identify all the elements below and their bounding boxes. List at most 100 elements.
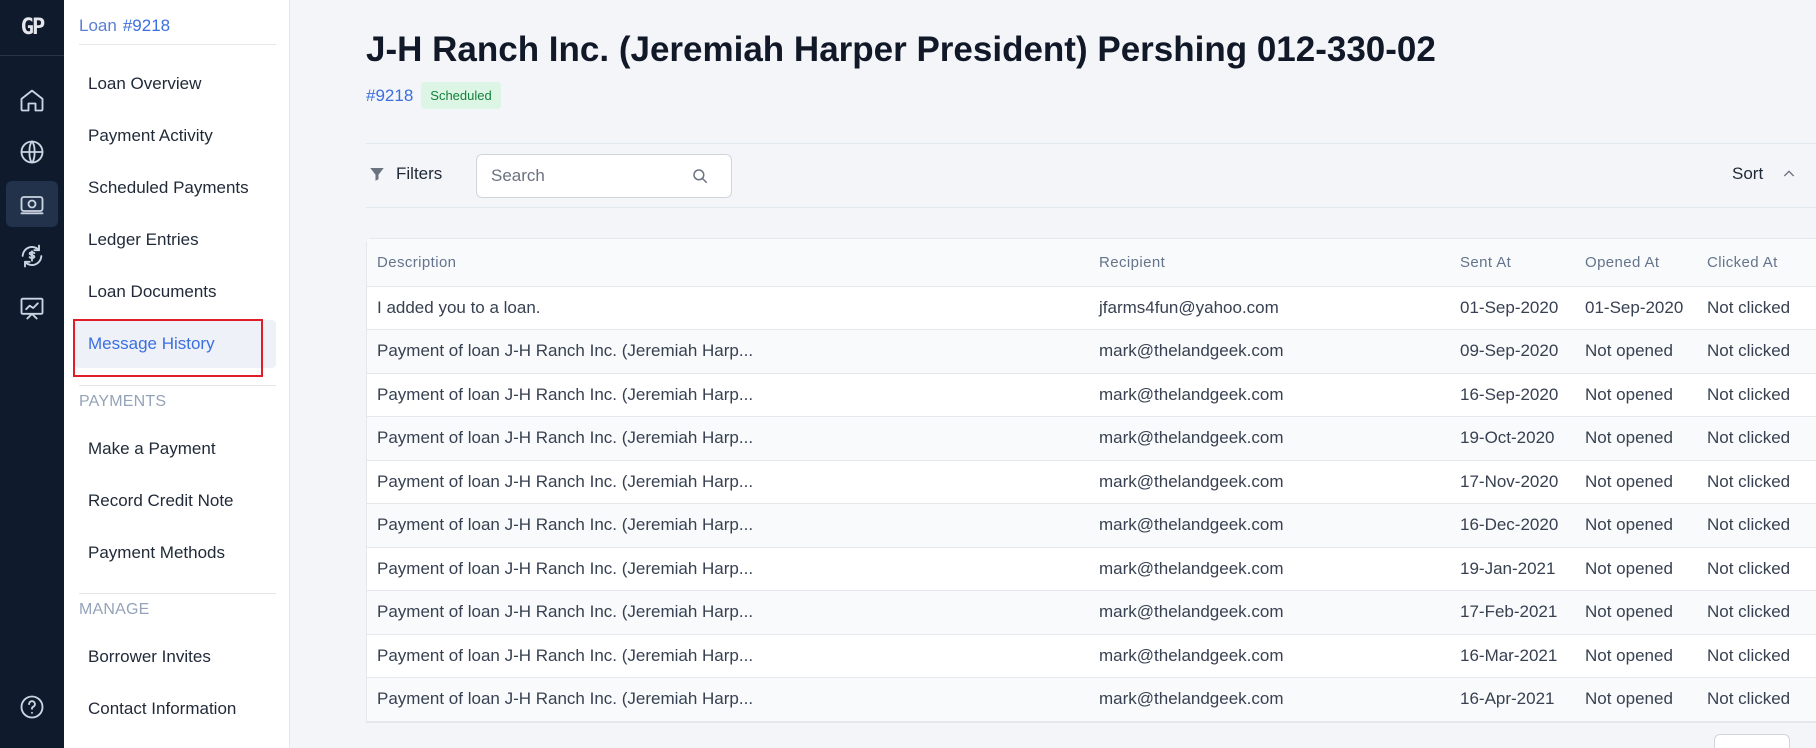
- pagination-control[interactable]: [1714, 734, 1790, 748]
- table-row[interactable]: I added you to a loan. jfarms4fun@yahoo.c…: [367, 286, 1816, 330]
- loan-sidenav: Loan #9218 Loan Overview Payment Activity…: [64, 0, 290, 748]
- cell-description: Payment of loan J-H Ranch Inc. (Jeremiah…: [367, 634, 1089, 678]
- highlight-box: [73, 319, 263, 377]
- loan-header: Loan #9218: [79, 16, 170, 36]
- cell-sent-at: 16-Sep-2020: [1450, 373, 1575, 417]
- page-title: J-H Ranch Inc. (Jeremiah Harper Presiden…: [366, 30, 1436, 69]
- cell-opened-at: Not opened: [1575, 547, 1697, 591]
- cell-description: Payment of loan J-H Ranch Inc. (Jeremiah…: [367, 677, 1089, 722]
- cell-clicked-at: Not clicked: [1697, 329, 1816, 374]
- home-icon[interactable]: [6, 77, 58, 123]
- column-header-description[interactable]: Description: [367, 239, 1089, 287]
- cell-description: Payment of loan J-H Ranch Inc. (Jeremiah…: [367, 416, 1089, 461]
- table-row[interactable]: Payment of loan J-H Ranch Inc. (Jeremiah…: [367, 460, 1816, 504]
- sort-label: Sort: [1732, 164, 1764, 183]
- nav-borrower-invites[interactable]: Borrower Invites: [74, 633, 276, 681]
- main-content: J-H Ranch Inc. (Jeremiah Harper Presiden…: [290, 0, 1816, 748]
- nav-loan-documents[interactable]: Loan Documents: [74, 268, 276, 316]
- loan-meta: #9218 Scheduled: [366, 82, 501, 109]
- cell-clicked-at: Not clicked: [1697, 677, 1816, 722]
- globe-icon[interactable]: [6, 129, 58, 175]
- loan-number[interactable]: #9218: [123, 16, 170, 35]
- money-icon[interactable]: [6, 181, 58, 227]
- divider: [366, 207, 1816, 208]
- cell-sent-at: 16-Apr-2021: [1450, 677, 1575, 722]
- table-row[interactable]: Payment of loan J-H Ranch Inc. (Jeremiah…: [367, 547, 1816, 591]
- help-icon[interactable]: [6, 684, 58, 730]
- nav-record-credit-note[interactable]: Record Credit Note: [74, 477, 276, 525]
- cell-clicked-at: Not clicked: [1697, 416, 1816, 461]
- cell-opened-at: Not opened: [1575, 677, 1697, 722]
- table-row[interactable]: Payment of loan J-H Ranch Inc. (Jeremiah…: [367, 634, 1816, 678]
- cell-sent-at: 09-Sep-2020: [1450, 329, 1575, 374]
- column-header-opened-at[interactable]: Opened At: [1575, 239, 1697, 287]
- cell-description: Payment of loan J-H Ranch Inc. (Jeremiah…: [367, 373, 1089, 417]
- nav-payment-methods[interactable]: Payment Methods: [74, 529, 276, 577]
- icon-rail: GP: [0, 0, 64, 748]
- cell-opened-at: Not opened: [1575, 590, 1697, 635]
- cell-description: Payment of loan J-H Ranch Inc. (Jeremiah…: [367, 503, 1089, 548]
- cell-opened-at: Not opened: [1575, 416, 1697, 461]
- cell-clicked-at: Not clicked: [1697, 460, 1816, 504]
- sort-button[interactable]: Sort: [1732, 164, 1797, 184]
- table-row[interactable]: Payment of loan J-H Ranch Inc. (Jeremiah…: [367, 373, 1816, 417]
- nav-payment-activity[interactable]: Payment Activity: [74, 112, 276, 160]
- divider: [366, 143, 1816, 144]
- loan-number-link[interactable]: #9218: [366, 86, 413, 106]
- loan-label: Loan: [79, 16, 117, 35]
- nav-make-payment[interactable]: Make a Payment: [74, 425, 276, 473]
- nav-scheduled-payments[interactable]: Scheduled Payments: [74, 164, 276, 212]
- divider: [79, 593, 276, 594]
- filters-label: Filters: [396, 164, 443, 183]
- cell-sent-at: 19-Oct-2020: [1450, 416, 1575, 461]
- cell-opened-at: 01-Sep-2020: [1575, 286, 1697, 330]
- column-header-recipient[interactable]: Recipient: [1089, 239, 1450, 287]
- cell-sent-at: 01-Sep-2020: [1450, 286, 1575, 330]
- divider: [79, 44, 276, 45]
- cell-description: Payment of loan J-H Ranch Inc. (Jeremiah…: [367, 547, 1089, 591]
- cell-recipient: mark@thelandgeek.com: [1089, 416, 1450, 461]
- cell-sent-at: 17-Nov-2020: [1450, 460, 1575, 504]
- status-badge: Scheduled: [421, 82, 501, 109]
- nav-loan-overview[interactable]: Loan Overview: [74, 60, 276, 108]
- search-box: [476, 154, 732, 198]
- cell-clicked-at: Not clicked: [1697, 634, 1816, 678]
- cell-description: I added you to a loan.: [367, 286, 1089, 330]
- table-row[interactable]: Payment of loan J-H Ranch Inc. (Jeremiah…: [367, 677, 1816, 722]
- cell-opened-at: Not opened: [1575, 503, 1697, 548]
- cell-recipient: mark@thelandgeek.com: [1089, 373, 1450, 417]
- table-row[interactable]: Payment of loan J-H Ranch Inc. (Jeremiah…: [367, 503, 1816, 548]
- filter-icon: [370, 168, 384, 181]
- cell-recipient: jfarms4fun@yahoo.com: [1089, 286, 1450, 330]
- table-row[interactable]: Payment of loan J-H Ranch Inc. (Jeremiah…: [367, 590, 1816, 635]
- cell-clicked-at: Not clicked: [1697, 373, 1816, 417]
- section-manage: MANAGE: [79, 601, 150, 618]
- cell-sent-at: 16-Mar-2021: [1450, 634, 1575, 678]
- cell-recipient: mark@thelandgeek.com: [1089, 677, 1450, 722]
- table-row[interactable]: Payment of loan J-H Ranch Inc. (Jeremiah…: [367, 329, 1816, 374]
- search-input[interactable]: [491, 166, 691, 186]
- column-header-clicked-at[interactable]: Clicked At: [1697, 239, 1816, 287]
- app-logo[interactable]: GP: [0, 0, 64, 56]
- filters-button[interactable]: Filters: [368, 164, 442, 184]
- cell-recipient: mark@thelandgeek.com: [1089, 329, 1450, 374]
- cell-opened-at: Not opened: [1575, 634, 1697, 678]
- section-payments: PAYMENTS: [79, 393, 167, 410]
- table-row[interactable]: Payment of loan J-H Ranch Inc. (Jeremiah…: [367, 416, 1816, 461]
- search-icon[interactable]: [691, 167, 709, 185]
- cell-sent-at: 16-Dec-2020: [1450, 503, 1575, 548]
- chart-icon[interactable]: [6, 285, 58, 331]
- nav-contact-information[interactable]: Contact Information: [74, 685, 276, 733]
- cell-recipient: mark@thelandgeek.com: [1089, 634, 1450, 678]
- cell-sent-at: 17-Feb-2021: [1450, 590, 1575, 635]
- exchange-icon[interactable]: [6, 233, 58, 279]
- table-header-row: Description Recipient Sent At Opened At …: [367, 239, 1816, 287]
- cell-description: Payment of loan J-H Ranch Inc. (Jeremiah…: [367, 590, 1089, 635]
- cell-opened-at: Not opened: [1575, 329, 1697, 374]
- cell-clicked-at: Not clicked: [1697, 547, 1816, 591]
- nav-ledger-entries[interactable]: Ledger Entries: [74, 216, 276, 264]
- column-header-sent-at[interactable]: Sent At: [1450, 239, 1575, 287]
- cell-opened-at: Not opened: [1575, 460, 1697, 504]
- cell-recipient: mark@thelandgeek.com: [1089, 590, 1450, 635]
- chevron-up-icon: [1784, 170, 1795, 177]
